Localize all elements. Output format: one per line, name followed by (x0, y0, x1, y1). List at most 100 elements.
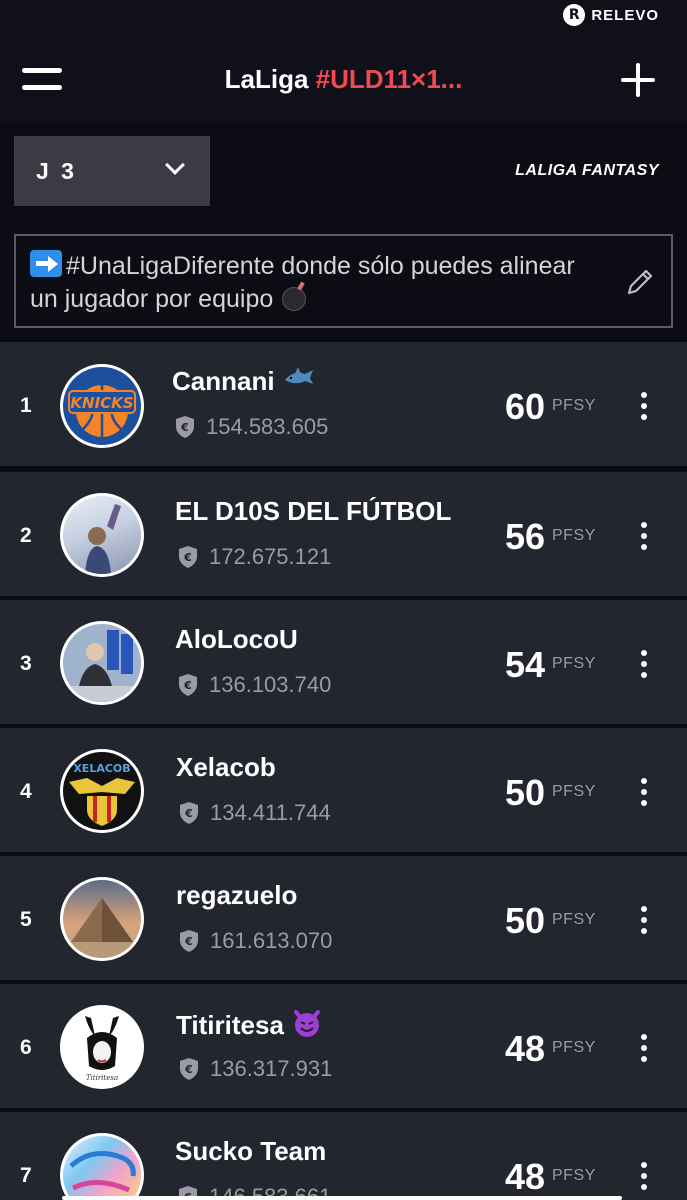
team-value-amount: 154.583.605 (206, 414, 329, 439)
svg-text:€: € (184, 935, 193, 948)
pencil-edit-icon[interactable] (623, 265, 657, 299)
more-options-icon[interactable] (640, 1034, 648, 1062)
team-name: Cannani (172, 366, 315, 397)
laliga-fantasy-logo: LALIGA FANTASY (515, 162, 659, 179)
knicks-logo-icon: KNICKS (68, 385, 136, 437)
points-value: 48 (504, 1028, 545, 1069)
euro-shield-icon: € (180, 1058, 198, 1080)
relevo-name: RELEVO (591, 6, 659, 24)
team-name: Titiritesa (176, 1008, 322, 1041)
avatar[interactable] (60, 493, 144, 577)
ranking-row[interactable]: 2 EL D10S DEL FÚTBOL € 172.675.121 56 PF… (0, 472, 687, 596)
rank-number: 7 (20, 1164, 32, 1187)
ranking-row[interactable]: 4 XELACOB Xelacob € 134.411.744 50 PFSY (0, 728, 687, 852)
ranking-row[interactable]: 5 regazuelo € 161.613.070 50 PFSY (0, 856, 687, 980)
home-indicator (62, 1196, 622, 1200)
svg-text:€: € (184, 807, 193, 820)
round-select[interactable]: J 3 (14, 136, 210, 206)
points-value: 54 (504, 644, 545, 685)
shark-emoji-icon (284, 367, 313, 384)
points-unit: PFSY (552, 655, 596, 672)
footballer-photo-icon (85, 504, 121, 574)
rank-number: 3 (20, 652, 32, 675)
colorful-art-icon (69, 1151, 136, 1193)
avatar[interactable]: Titiritesa (60, 1005, 144, 1089)
points-value: 50 (504, 772, 545, 813)
team-value: € 134.411.744 (178, 800, 331, 826)
svg-text:KNICKS: KNICKS (70, 394, 133, 412)
chevron-down-icon (165, 155, 185, 175)
more-options-icon[interactable] (640, 1162, 648, 1190)
team-value: € 154.583.605 (174, 414, 328, 440)
avatar[interactable] (60, 1133, 144, 1200)
rank-number: 2 (20, 524, 32, 547)
team-name: EL D10S DEL FÚTBOL (175, 496, 452, 526)
avatar[interactable] (60, 877, 144, 961)
ranking-row[interactable]: 3 AloLocoU € 136.103.740 54 PFSY (0, 600, 687, 724)
controls-section: J 3 LALIGA FANTASY #UnaLigaDiferente don… (0, 122, 687, 342)
relevo-brand: R RELEVO (563, 4, 659, 26)
league-hashtag: #ULD11×1... (315, 64, 463, 94)
more-options-icon[interactable] (640, 778, 648, 806)
ranking-row[interactable]: 6 Titiritesa Titiritesa € 136.317.931 48… (0, 984, 687, 1108)
maleficent-drawing-icon: Titiritesa (85, 1016, 119, 1082)
svg-text:€: € (180, 421, 189, 434)
rank-number: 6 (20, 1036, 32, 1059)
ranking-list: 1 KNICKS Cannani € 154.583.605 60 PFSY 2 (0, 342, 687, 1200)
ranking-row[interactable]: 1 KNICKS Cannani € 154.583.605 60 PFSY (0, 342, 687, 466)
svg-text:€: € (184, 1063, 193, 1076)
page-title: LaLiga #ULD11×1... (0, 64, 687, 95)
ranking-row[interactable]: 7 Sucko Team € 146.583.661 48 PFSY (0, 1112, 687, 1200)
rank-number: 1 (20, 394, 32, 417)
more-options-icon[interactable] (640, 650, 648, 678)
euro-shield-icon: € (179, 674, 197, 696)
more-options-icon[interactable] (640, 906, 648, 934)
points-unit: PFSY (552, 1167, 596, 1184)
top-bar: R RELEVO LaLiga #ULD11×1... (0, 0, 687, 122)
svg-text:€: € (183, 551, 192, 564)
team-name: Xelacob (176, 752, 276, 782)
team-value-amount: 161.613.070 (210, 928, 333, 953)
team-value: € 136.103.740 (177, 672, 331, 698)
points-unit: PFSY (552, 1039, 596, 1056)
euro-shield-icon: € (179, 546, 197, 568)
pyramid-photo-icon (63, 898, 141, 958)
points-unit: PFSY (552, 397, 596, 414)
avatar[interactable]: XELACOB (60, 749, 144, 833)
relevo-logo-icon: R (563, 4, 586, 26)
smiling-devil-emoji-icon (293, 1010, 320, 1037)
league-description-box[interactable]: #UnaLigaDiferente donde sólo puedes alin… (14, 234, 673, 328)
euro-shield-icon: € (176, 416, 194, 438)
coach-photo-icon (63, 630, 141, 702)
team-name: regazuelo (176, 880, 298, 910)
team-value-amount: 136.103.740 (209, 672, 332, 697)
team-value: € 172.675.121 (177, 544, 331, 570)
rank-number: 5 (20, 908, 32, 931)
svg-text:XELACOB: XELACOB (73, 762, 130, 775)
league-name: LaLiga (224, 64, 309, 94)
points-unit: PFSY (552, 783, 596, 800)
svg-text:€: € (183, 679, 192, 692)
add-icon[interactable] (621, 63, 655, 97)
round-select-value: J 3 (36, 157, 77, 184)
euro-shield-icon: € (180, 802, 198, 824)
points-unit: PFSY (552, 527, 596, 544)
points-value: 50 (504, 900, 545, 941)
bomb-emoji-icon (282, 287, 307, 311)
more-options-icon[interactable] (640, 522, 648, 550)
team-name: AloLocoU (175, 624, 298, 654)
points-value: 56 (504, 516, 545, 557)
team-value: € 136.317.931 (178, 1056, 332, 1082)
points-value: 60 (504, 386, 545, 427)
euro-shield-icon: € (180, 930, 198, 952)
points-unit: PFSY (552, 911, 596, 928)
avatar[interactable]: KNICKS (60, 364, 144, 448)
team-value-amount: 134.411.744 (210, 800, 331, 825)
team-value-amount: 136.317.931 (210, 1056, 333, 1081)
team-value-amount: 172.675.121 (209, 544, 332, 569)
avatar[interactable] (60, 621, 144, 705)
more-options-icon[interactable] (640, 392, 648, 420)
team-value: € 161.613.070 (178, 928, 332, 954)
rank-number: 4 (20, 780, 32, 803)
team-name: Sucko Team (175, 1136, 327, 1166)
